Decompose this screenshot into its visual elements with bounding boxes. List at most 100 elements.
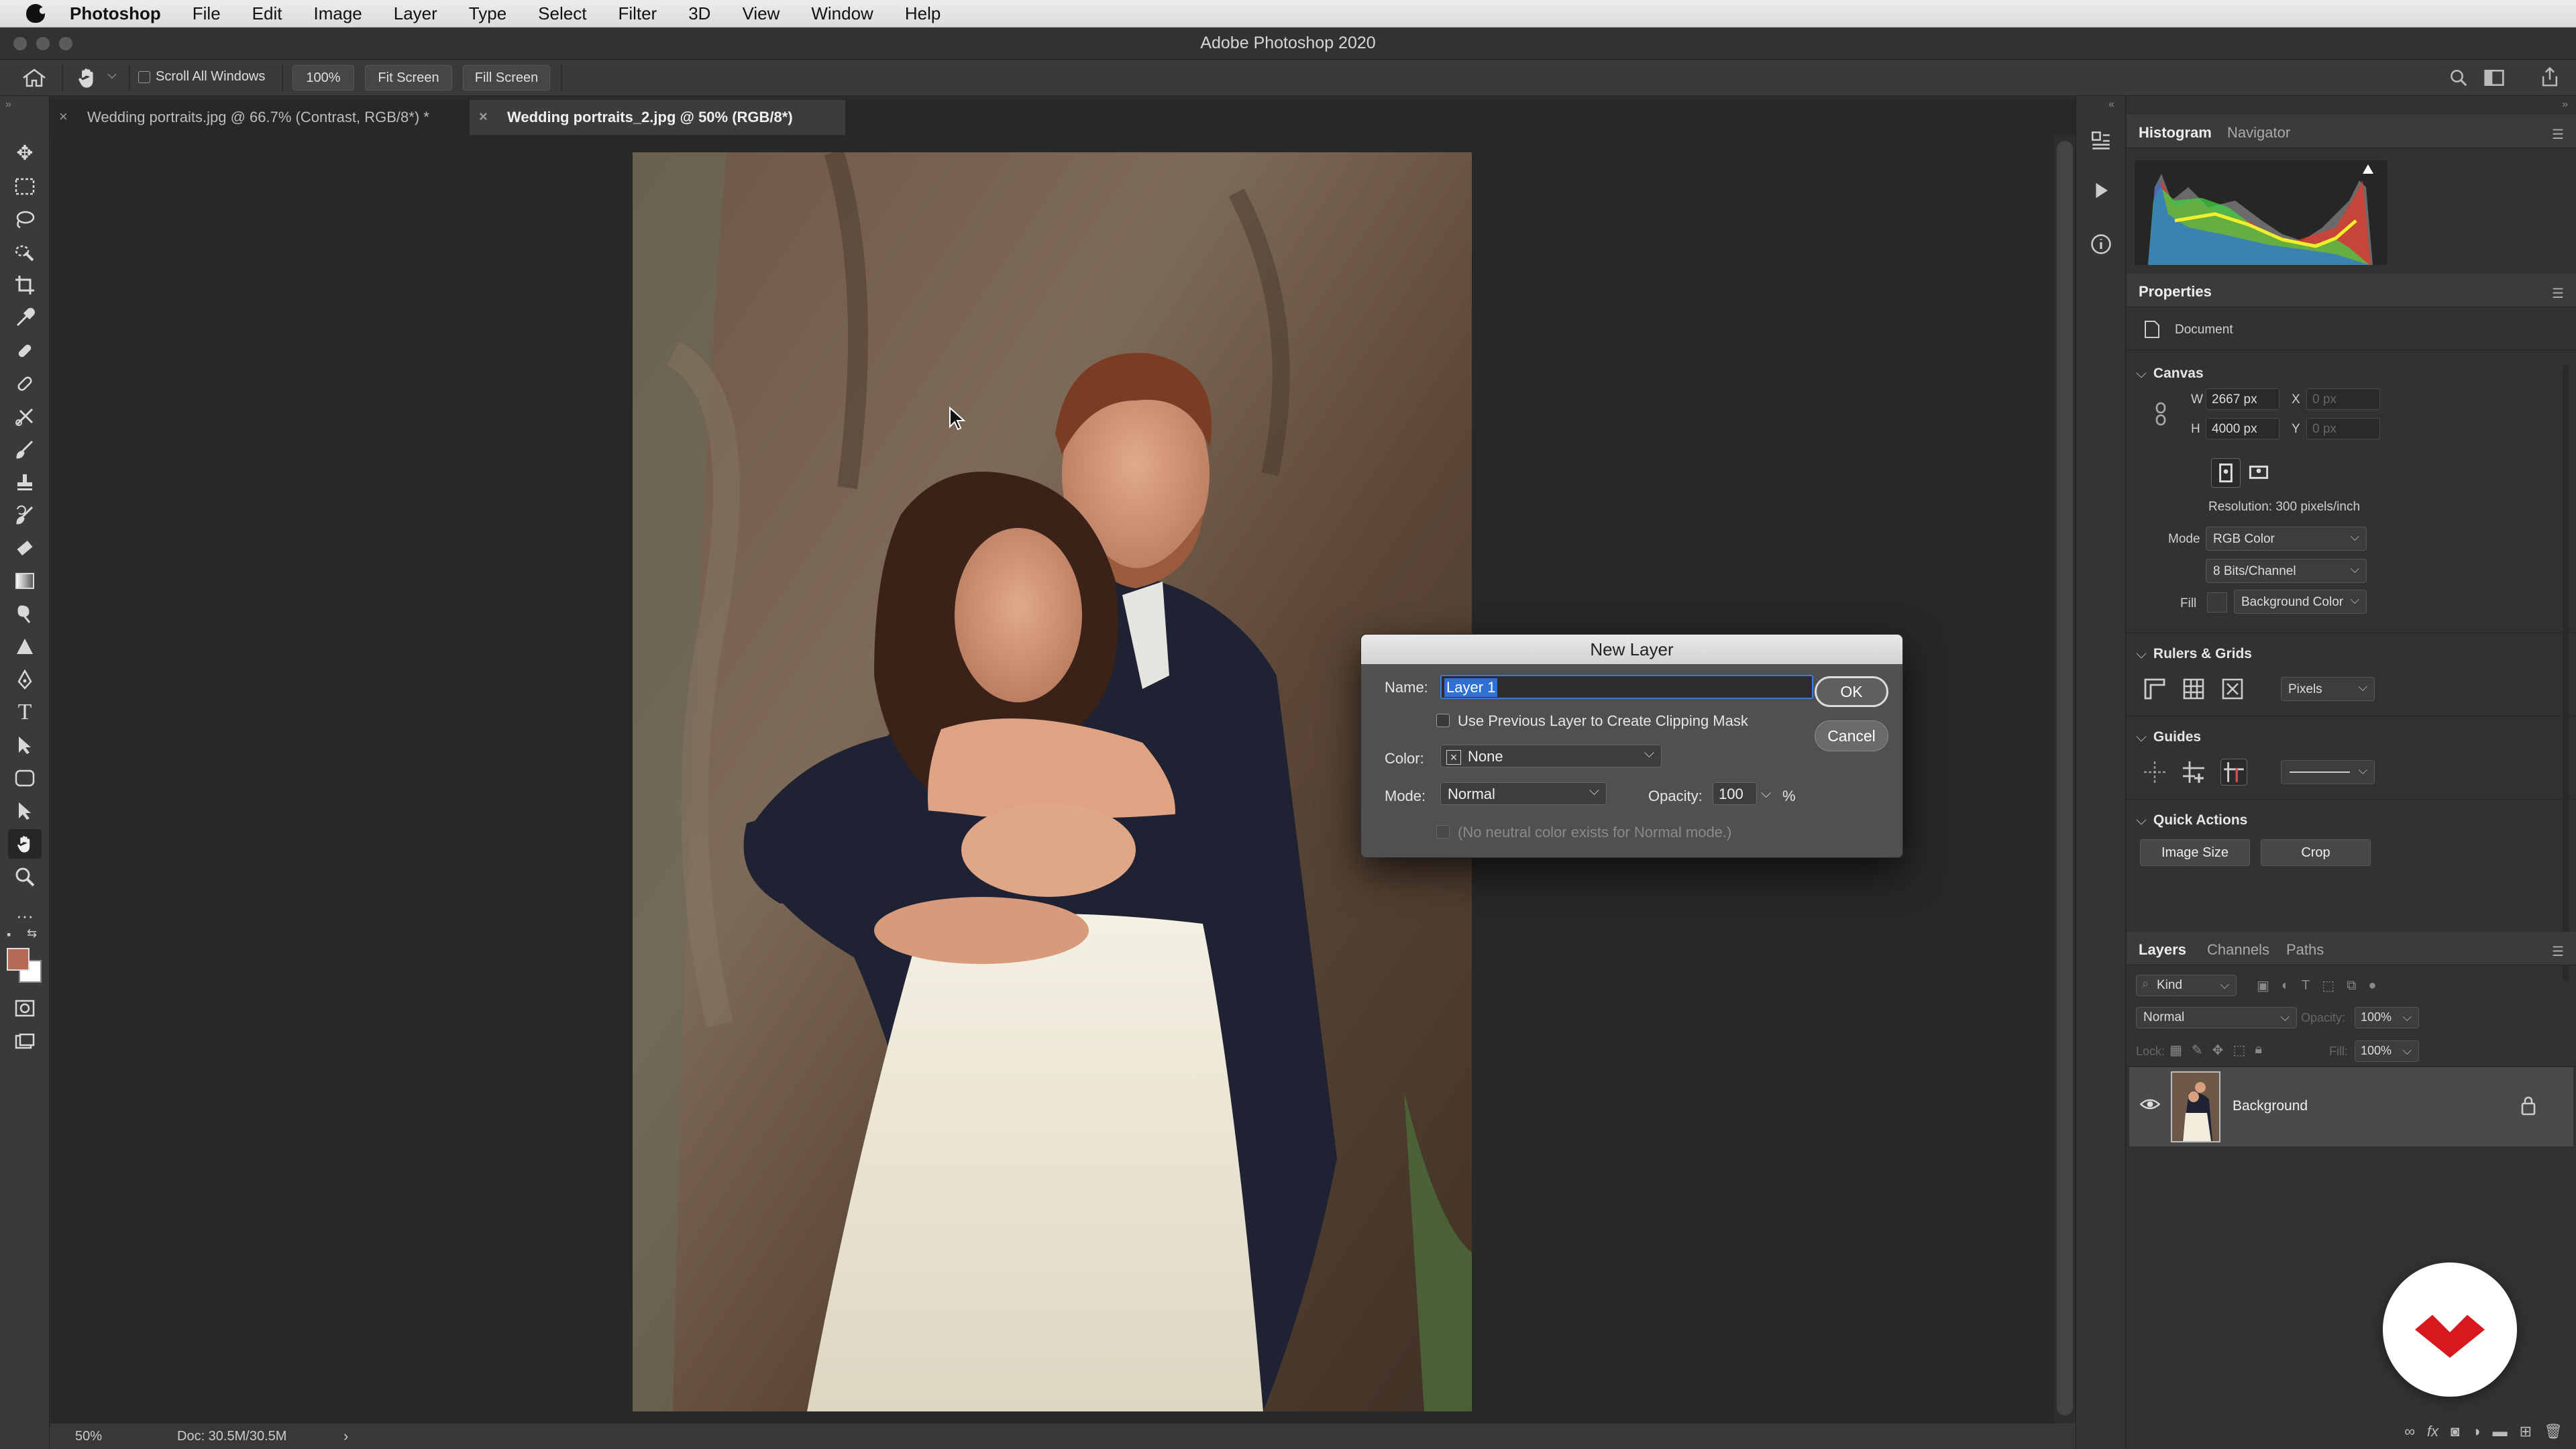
layer-opacity-field[interactable]: 100% — [2355, 1007, 2419, 1028]
info-panel-icon[interactable] — [2090, 233, 2112, 256]
eraser-tool-icon[interactable] — [8, 533, 42, 563]
eye-visibility-icon[interactable] — [2140, 1097, 2160, 1112]
lock-transparent-icon[interactable]: ▦ — [2169, 1042, 2182, 1061]
image-size-button[interactable]: Image Size — [2140, 839, 2250, 866]
tab-channels[interactable]: Channels — [2207, 941, 2269, 959]
close-window-button[interactable] — [13, 37, 27, 50]
menu-help[interactable]: Help — [905, 3, 941, 24]
zoom-100-button[interactable]: 100% — [292, 65, 354, 91]
cancel-button[interactable]: Cancel — [1815, 720, 1888, 751]
healing-brush-tool-icon[interactable] — [8, 336, 42, 366]
menu-layer[interactable]: Layer — [394, 3, 437, 24]
rectangle-tool-icon[interactable] — [8, 763, 42, 793]
panel-menu-icon[interactable]: ☰ — [2552, 285, 2564, 302]
menu-view[interactable]: View — [742, 3, 780, 24]
pixel-filter-icon[interactable]: ▣ — [2257, 977, 2269, 994]
dodge-tool-icon[interactable] — [8, 632, 42, 661]
zoom-window-button[interactable] — [59, 37, 72, 50]
canvas-height-field[interactable]: 4000 px — [2206, 418, 2279, 439]
eyedropper-tool-icon[interactable] — [8, 303, 42, 333]
menu-filter[interactable]: Filter — [618, 3, 657, 24]
home-icon[interactable] — [21, 68, 47, 88]
fill-dropdown[interactable]: Background Color — [2234, 590, 2367, 614]
history-brush-tool-icon[interactable] — [8, 500, 42, 530]
menu-3d[interactable]: 3D — [688, 3, 710, 24]
layer-style-fx-icon[interactable]: fx — [2427, 1423, 2438, 1440]
lock-image-icon[interactable]: ✎ — [2192, 1042, 2203, 1061]
color-mode-dropdown[interactable]: RGB Color — [2206, 527, 2367, 551]
history-panel-icon[interactable] — [2090, 129, 2112, 152]
tab-histogram[interactable]: Histogram — [2139, 124, 2212, 142]
menu-edit[interactable]: Edit — [252, 3, 282, 24]
path-selection-tool-icon[interactable] — [8, 731, 42, 760]
tab-navigator[interactable]: Navigator — [2227, 124, 2290, 142]
expand-dock-icon[interactable]: « — [2108, 99, 2114, 111]
new-layer-icon[interactable]: ⊞ — [2520, 1423, 2532, 1440]
tab-wedding-portraits[interactable]: × Wedding portraits.jpg @ 66.7% (Contras… — [50, 100, 470, 135]
workspace-icon[interactable] — [2483, 68, 2505, 88]
layer-name-input[interactable]: Layer 1 — [1440, 675, 1813, 699]
pixel-grid-icon[interactable] — [2220, 677, 2245, 701]
direct-selection-tool-icon[interactable] — [8, 796, 42, 826]
canvas-width-field[interactable]: 2667 px — [2206, 388, 2279, 410]
neutral-fill-checkbox[interactable] — [1436, 825, 1450, 839]
layer-row-background[interactable]: Background — [2129, 1067, 2573, 1146]
guides-section-header[interactable]: Guides — [2136, 729, 2201, 745]
close-tab-icon[interactable]: × — [59, 108, 68, 125]
grid-icon[interactable] — [2182, 677, 2206, 701]
adjustment-filter-icon[interactable]: ◐ — [2282, 978, 2290, 994]
minimize-window-button[interactable] — [36, 37, 50, 50]
landscape-orientation-button[interactable] — [2245, 458, 2274, 488]
link-layers-icon[interactable]: ∞ — [2404, 1423, 2415, 1440]
portrait-orientation-button[interactable] — [2211, 458, 2241, 488]
crop-button[interactable]: Crop — [2261, 839, 2371, 866]
marquee-tool-icon[interactable] — [8, 172, 42, 201]
brush-tool-icon[interactable] — [8, 369, 42, 398]
swap-colors-icon[interactable]: ⇆ — [27, 926, 37, 941]
screen-mode-icon[interactable] — [8, 1027, 42, 1057]
ruler-units-dropdown[interactable]: Pixels — [2281, 677, 2375, 701]
scrollbar-thumb[interactable] — [2057, 141, 2073, 1415]
move-tool-icon[interactable]: ✥ — [8, 139, 42, 168]
tab-wedding-portraits-2[interactable]: × Wedding portraits_2.jpg @ 50% (RGB/8*) — [470, 100, 845, 135]
new-group-icon[interactable]: ▬ — [2493, 1423, 2508, 1440]
filter-toggle-icon[interactable]: ● — [2368, 978, 2376, 994]
link-icon[interactable] — [2153, 402, 2168, 426]
clipping-mask-checkbox[interactable] — [1436, 714, 1450, 727]
layer-color-dropdown[interactable]: × None — [1440, 745, 1662, 767]
collapse-panels-icon[interactable]: » — [2562, 99, 2568, 111]
menu-image[interactable]: Image — [313, 3, 362, 24]
menu-window[interactable]: Window — [811, 3, 873, 24]
canvas-section-header[interactable]: Canvas — [2136, 366, 2204, 382]
zoom-tool-icon[interactable] — [8, 862, 42, 892]
ruler-icon[interactable] — [2143, 677, 2167, 701]
canvas-y-field[interactable]: 0 px — [2306, 418, 2380, 439]
collapse-toolbar-icon[interactable]: » — [5, 99, 11, 111]
shape-filter-icon[interactable]: ⬚ — [2322, 977, 2334, 994]
opacity-input[interactable]: 100 — [1713, 782, 1757, 805]
new-guide-layout-icon[interactable] — [2182, 760, 2206, 784]
canvas-x-field[interactable]: 0 px — [2306, 388, 2380, 410]
add-mask-icon[interactable]: ◙ — [2451, 1423, 2459, 1440]
gradient-tool-icon[interactable] — [8, 566, 42, 596]
quick-mask-icon[interactable] — [8, 994, 42, 1023]
lock-all-icon[interactable]: 🔒︎ — [2255, 1042, 2262, 1061]
menu-file[interactable]: File — [193, 3, 221, 24]
panel-menu-icon[interactable]: ☰ — [2552, 126, 2564, 143]
search-icon[interactable] — [2449, 68, 2469, 88]
actions-play-icon[interactable] — [2091, 180, 2111, 201]
pen-tool-icon[interactable] — [8, 665, 42, 694]
guide-style-dropdown[interactable] — [2281, 760, 2375, 784]
bit-depth-dropdown[interactable]: 8 Bits/Channel — [2206, 559, 2367, 583]
lock-position-icon[interactable]: ✥ — [2212, 1042, 2224, 1061]
foreground-color-swatch[interactable] — [7, 948, 30, 971]
type-tool-icon[interactable]: T — [8, 698, 42, 727]
layer-fill-field[interactable]: 100% — [2355, 1040, 2419, 1062]
crop-tool-icon[interactable] — [8, 270, 42, 300]
menu-app-name[interactable]: Photoshop — [70, 3, 161, 24]
layer-lock-icon[interactable] — [2520, 1095, 2537, 1116]
zoom-level[interactable]: 50% — [75, 1429, 102, 1444]
menu-select[interactable]: Select — [538, 3, 586, 24]
hand-tool-icon[interactable] — [8, 829, 42, 859]
blend-mode-dropdown[interactable]: Normal — [2136, 1007, 2297, 1028]
